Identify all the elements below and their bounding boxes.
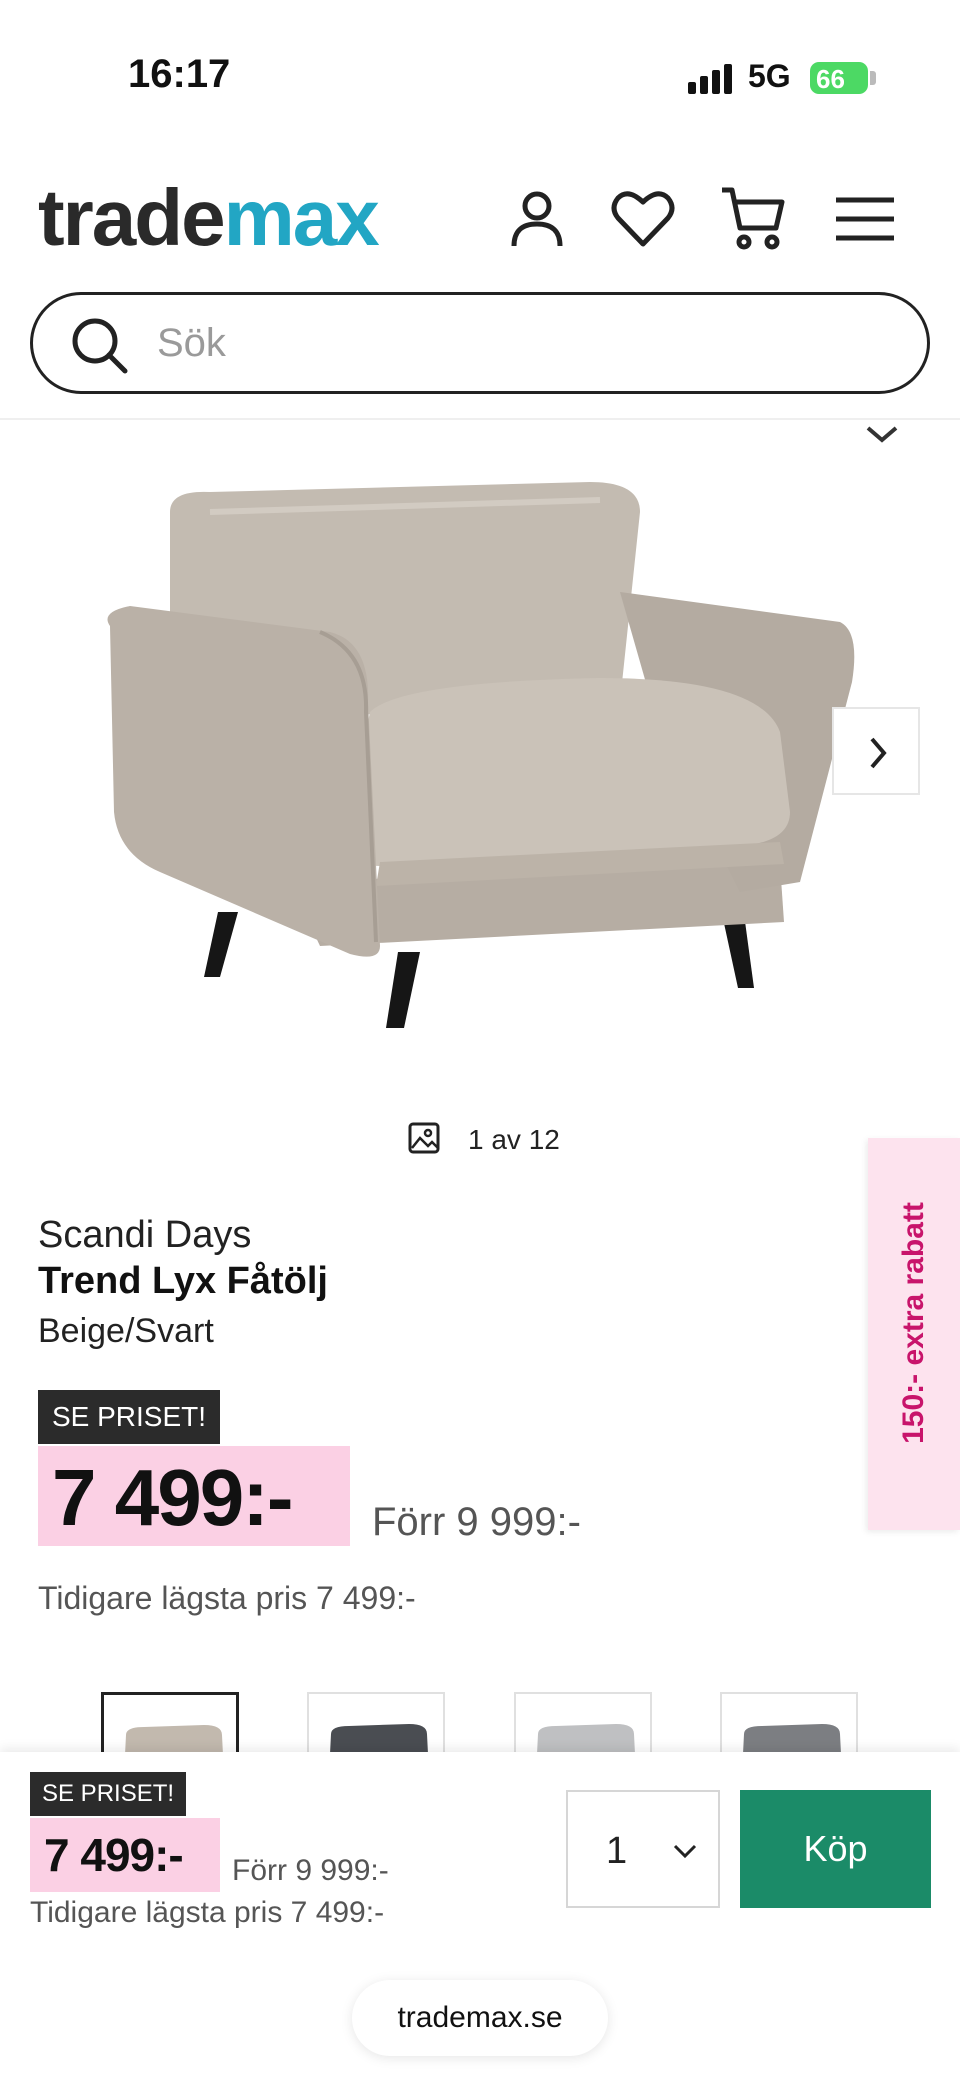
menu-icon[interactable]	[830, 184, 900, 254]
status-time: 16:17	[128, 52, 231, 96]
image-icon	[408, 1122, 440, 1154]
status-bar: 16:17 5G 66	[0, 0, 960, 120]
site-header: trademax Sök	[0, 120, 960, 420]
search-icon	[72, 318, 128, 374]
lowest-price-note: Tidigare lägsta pris 7 499:-	[38, 1580, 416, 1616]
sticky-buy-bar: SE PRISET! 7 499:- Förr 9 999:- Tidigare…	[0, 1752, 960, 2087]
promo-text: 150:- extra rabatt	[897, 1202, 930, 1444]
quantity-select[interactable]: 1	[566, 1790, 720, 1908]
variant-image	[743, 1724, 841, 1754]
battery-tip	[870, 71, 876, 85]
buybar-lowest-price: Tidigare lägsta pris 7 499:-	[30, 1896, 385, 1929]
logo-part-max: max	[223, 173, 380, 262]
chevron-down-icon	[673, 1844, 697, 1859]
buybar-was-price: Förr 9 999:-	[232, 1854, 389, 1887]
price-badge: SE PRISET!	[38, 1390, 221, 1444]
quantity-value: 1	[606, 1830, 628, 1872]
variant-thumb-dark-grey[interactable]	[307, 1692, 445, 1754]
promo-side-tab[interactable]: 150:- extra rabatt	[868, 1138, 960, 1530]
chevron-right-icon	[870, 737, 887, 769]
signal-icon	[688, 64, 736, 94]
variant-image	[537, 1724, 635, 1754]
network-label: 5G	[748, 58, 791, 94]
user-icon[interactable]	[502, 184, 572, 254]
product-name: Trend Lyx Fåtölj	[38, 1260, 328, 1302]
battery-level: 66	[816, 64, 845, 94]
variant-thumb-beige[interactable]	[101, 1692, 239, 1754]
logo-part-trade: trade	[38, 173, 226, 262]
variant-thumbnails	[0, 1690, 960, 1754]
product-price: 7 499:-	[52, 1453, 293, 1542]
buy-button[interactable]: Köp	[740, 1790, 931, 1908]
image-count: 1 av 12	[468, 1124, 560, 1155]
browser-url-pill[interactable]: trademax.se	[352, 1980, 608, 2056]
product-gallery[interactable]: 1 av 12	[0, 422, 960, 1155]
buybar-price-highlight: 7 499:-	[30, 1818, 220, 1892]
buybar-price-badge: SE PRISET!	[30, 1772, 187, 1816]
price-highlight: 7 499:-	[38, 1446, 350, 1546]
gallery-counter: 1 av 12	[408, 1122, 608, 1162]
product-image	[107, 482, 855, 1028]
variant-image	[330, 1724, 428, 1754]
variant-thumb-grey[interactable]	[720, 1692, 858, 1754]
buybar-price: 7 499:-	[44, 1829, 184, 1881]
battery-icon: 66	[810, 62, 868, 94]
search-input[interactable]: Sök	[30, 292, 930, 394]
chevron-down-icon[interactable]	[862, 422, 902, 446]
product-brand[interactable]: Scandi Days	[38, 1214, 251, 1257]
was-price: Förr 9 999:-	[372, 1500, 581, 1544]
search-placeholder: Sök	[157, 321, 226, 365]
trademax-logo[interactable]: trademax	[38, 178, 380, 258]
variant-image	[125, 1725, 223, 1754]
cart-icon[interactable]	[718, 184, 788, 254]
variant-thumb-light-grey[interactable]	[514, 1692, 652, 1754]
product-color: Beige/Svart	[38, 1312, 214, 1350]
heart-icon[interactable]	[608, 184, 678, 254]
next-image-button[interactable]	[832, 707, 920, 795]
